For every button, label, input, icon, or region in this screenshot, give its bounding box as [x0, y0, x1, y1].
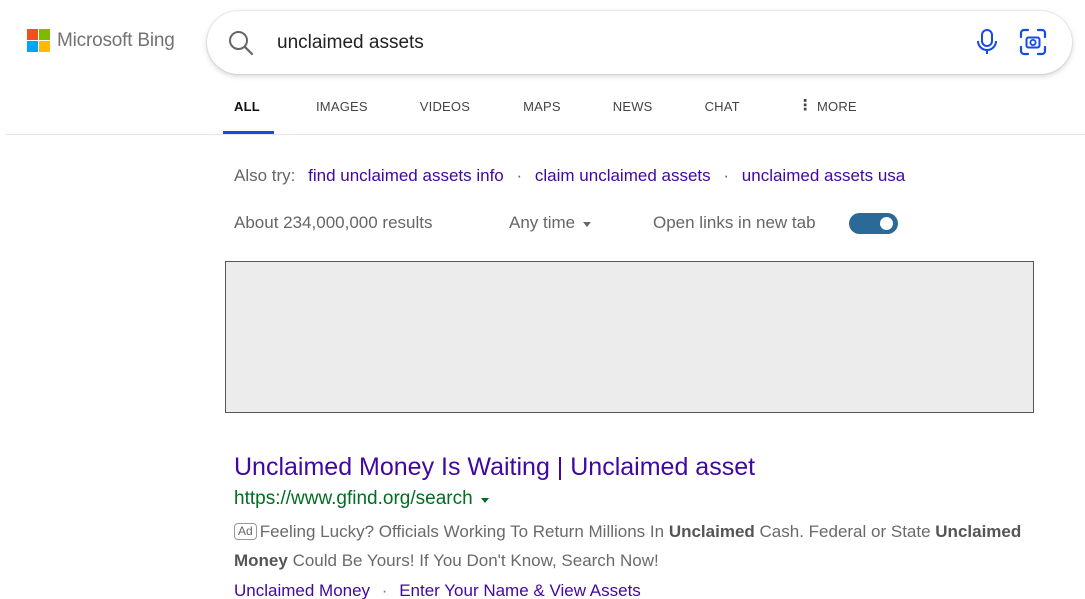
separator-dot: ·	[723, 166, 730, 185]
caret-down-icon	[583, 221, 592, 227]
result-snippet: Ad Feeling Lucky? Officials Working To Re…	[234, 522, 1022, 570]
results-count: About 234,000,000 results	[234, 213, 433, 232]
time-filter-label: Any time	[509, 213, 576, 232]
caret-down-icon[interactable]	[480, 498, 489, 503]
search-input[interactable]	[277, 27, 957, 59]
result-url[interactable]: https://www.gfind.org/search	[234, 488, 489, 510]
ad-badge: Ad	[234, 523, 257, 540]
result-title-link[interactable]: Unclaimed Money Is Waiting | Unclaimed a…	[234, 453, 755, 482]
tabs-divider	[6, 134, 1085, 135]
tab-news[interactable]: NEWS	[613, 92, 653, 134]
open-links-label: Open links in new tab	[653, 213, 816, 232]
tab-maps[interactable]: MAPS	[523, 92, 561, 134]
tab-videos[interactable]: VIDEOS	[420, 92, 470, 134]
open-links-toggle[interactable]	[849, 213, 898, 234]
also-try-suggestions: Also try: find unclaimed assets info · c…	[234, 166, 905, 186]
time-filter-dropdown[interactable]: Any time	[509, 213, 592, 233]
toggle-knob	[880, 217, 893, 230]
bing-logo[interactable]: Microsoft Bing	[27, 29, 175, 52]
also-try-link-2[interactable]: claim unclaimed assets	[535, 166, 711, 185]
search-icon[interactable]	[227, 29, 255, 57]
more-dots-icon: ⋮	[797, 97, 813, 114]
result-sitelinks: Unclaimed Money · Enter Your Name & View…	[234, 581, 641, 599]
tab-images[interactable]: IMAGES	[316, 92, 368, 134]
microphone-icon[interactable]	[975, 28, 999, 56]
tab-chat[interactable]: CHAT	[705, 92, 740, 134]
microsoft-logo-icon	[27, 29, 50, 52]
ad-placeholder-box	[225, 261, 1034, 413]
bing-results-page: Microsoft Bing ALL IMAGES	[0, 0, 1085, 599]
search-box	[207, 11, 1072, 74]
also-try-link-3[interactable]: unclaimed assets usa	[742, 166, 905, 185]
also-try-link-1[interactable]: find unclaimed assets info	[308, 166, 504, 185]
tab-all[interactable]: ALL	[223, 92, 274, 134]
result-url-text: https://www.gfind.org/search	[234, 488, 473, 509]
sitelink-1[interactable]: Unclaimed Money	[234, 581, 370, 599]
sitelink-2[interactable]: Enter Your Name & View Assets	[399, 581, 641, 599]
visual-search-icon[interactable]	[1018, 27, 1048, 57]
search-tabs: ALL IMAGES VIDEOS MAPS NEWS CHAT ⋮ MORE	[223, 92, 857, 134]
brand-name: Microsoft Bing	[57, 29, 175, 51]
separator-dot: ·	[516, 166, 523, 185]
separator-dot: ·	[381, 581, 388, 599]
tab-more[interactable]: ⋮ MORE	[798, 92, 857, 134]
also-try-label: Also try:	[234, 166, 296, 185]
